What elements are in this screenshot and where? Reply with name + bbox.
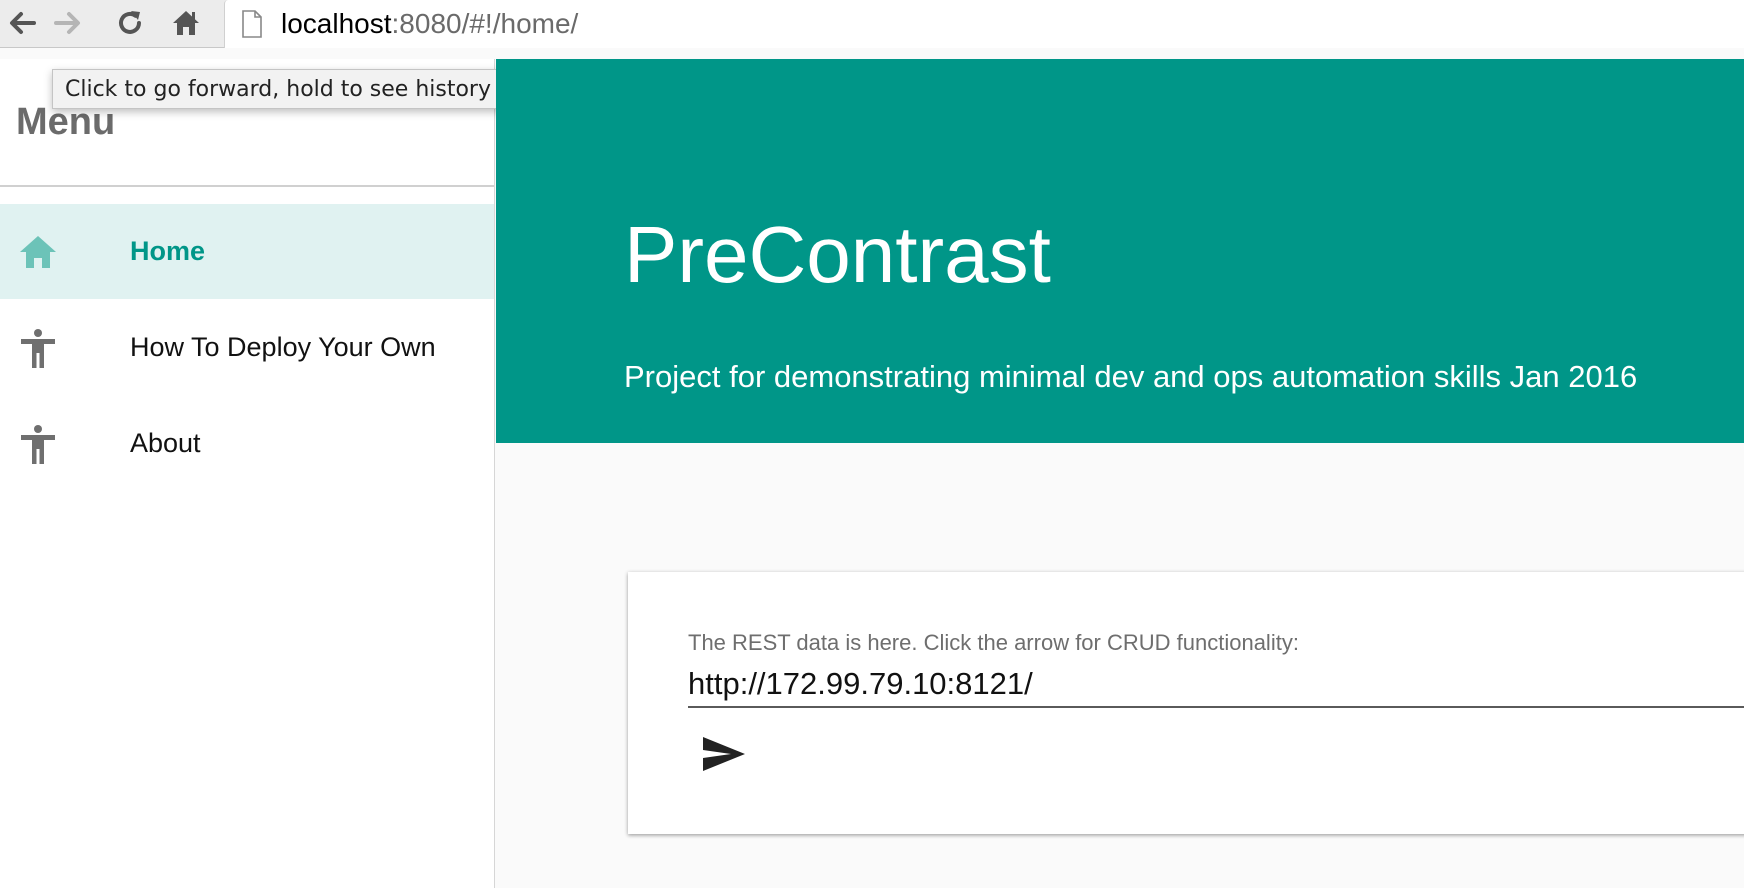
rest-url-label: The REST data is here. Click the arrow f… xyxy=(688,630,1299,655)
home-button[interactable] xyxy=(166,5,206,41)
rest-url-input[interactable] xyxy=(688,662,1744,708)
hero-banner: PreContrast Project for demonstrating mi… xyxy=(496,59,1744,443)
sidebar-item-home[interactable]: Home xyxy=(0,204,494,299)
sidebar: Menu Home How To Deploy Your Own About xyxy=(0,59,495,888)
send-button[interactable] xyxy=(688,722,760,786)
menu-divider xyxy=(0,185,494,187)
page-subtitle: Project for demonstrating minimal dev an… xyxy=(624,359,1638,394)
page-icon xyxy=(242,10,262,38)
url-path: :8080/#!/home/ xyxy=(391,8,579,39)
browser-home-icon xyxy=(173,11,199,35)
url-host: localhost xyxy=(281,8,392,39)
send-icon xyxy=(703,737,745,771)
sidebar-item-label: About xyxy=(130,428,201,458)
reload-button[interactable] xyxy=(110,5,150,41)
sidebar-item-how-to-deploy[interactable]: How To Deploy Your Own xyxy=(0,300,494,395)
sidebar-item-about[interactable]: About xyxy=(0,396,494,491)
browser-toolbar: localhost:8080/#!/home/ xyxy=(0,0,1744,48)
forward-tooltip: Click to go forward, hold to see history xyxy=(52,69,504,109)
back-arrow-icon xyxy=(10,12,36,34)
sidebar-item-label: Home xyxy=(130,236,206,266)
page-title: PreContrast xyxy=(624,210,1051,299)
rest-card: The REST data is here. Click the arrow f… xyxy=(628,572,1744,834)
sidebar-item-label: How To Deploy Your Own xyxy=(130,332,436,362)
forward-button[interactable] xyxy=(48,5,88,41)
address-bar[interactable]: localhost:8080/#!/home/ xyxy=(224,0,1744,48)
home-icon xyxy=(20,236,56,268)
accessibility-icon xyxy=(21,329,55,368)
accessibility-icon xyxy=(21,425,55,464)
reload-icon xyxy=(119,11,141,34)
back-button[interactable] xyxy=(2,5,42,41)
forward-arrow-icon xyxy=(54,12,80,34)
